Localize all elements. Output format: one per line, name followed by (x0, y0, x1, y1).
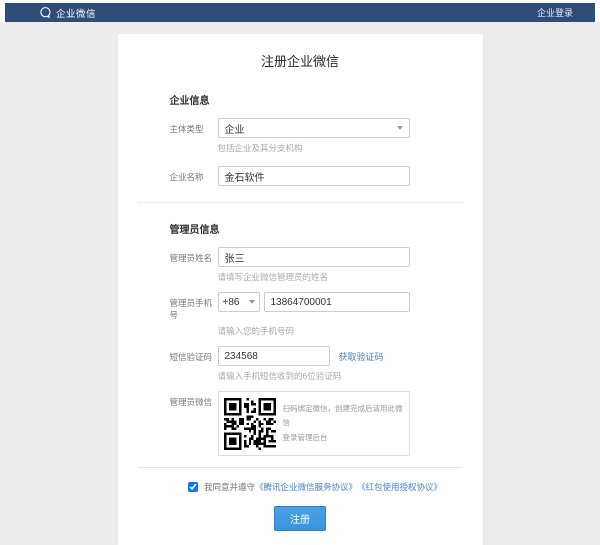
sms-code-input[interactable] (218, 346, 330, 366)
admin-section-heading: 管理员信息 (118, 221, 483, 236)
admin-phone-hint: 请输入您的手机号码 (118, 325, 483, 337)
enterprise-name-input[interactable] (218, 166, 410, 186)
top-bar-wrapper: 企业微信 企业登录 (0, 0, 600, 22)
section-divider (138, 202, 463, 203)
admin-wechat-row: 管理员微信 扫码绑定微信，创建完成后请用此微信 登录管理后台 (118, 391, 483, 456)
sms-code-hint: 请输入手机短信收到的6位验证码 (118, 370, 483, 382)
enterprise-name-row: 企业名称 (118, 166, 483, 186)
admin-phone-label: 管理员手机号 (170, 292, 218, 321)
brand-name: 企业微信 (56, 6, 96, 20)
qr-hint-text: 扫码绑定微信，创建完成后请用此微信 登录管理后台 (283, 402, 404, 445)
country-code-value: +86 (223, 297, 240, 308)
wechat-qr-panel: 扫码绑定微信，创建完成后请用此微信 登录管理后台 (218, 391, 410, 456)
subject-type-row: 主体类型 企业 (118, 118, 483, 138)
agreement-prefix: 我同意并遵守 (204, 481, 255, 493)
get-verification-code-link[interactable]: 获取验证码 (339, 350, 384, 363)
chevron-down-icon (397, 126, 403, 130)
register-card: 注册企业微信 企业信息 主体类型 企业 包括企业及其分支机构 企业名称 管理员信… (118, 34, 483, 545)
enterprise-section-heading: 企业信息 (118, 92, 483, 107)
country-code-select[interactable]: +86 (218, 292, 260, 312)
subject-type-hint: 包括企业及其分支机构 (118, 142, 483, 154)
admin-phone-input[interactable] (264, 292, 410, 312)
wechat-work-logo-icon (39, 6, 52, 19)
brand[interactable]: 企业微信 (39, 6, 96, 20)
admin-name-label: 管理员姓名 (170, 247, 218, 264)
admin-name-row: 管理员姓名 (118, 247, 483, 267)
admin-wechat-label: 管理员微信 (170, 391, 218, 408)
admin-name-hint: 请填写企业微信管理员的姓名 (118, 271, 483, 283)
chevron-down-icon (249, 300, 255, 304)
redpacket-agreement-link[interactable]: 《红包使用授权协议》 (357, 481, 442, 493)
navbar: 企业微信 企业登录 (5, 3, 595, 22)
enterprise-name-label: 企业名称 (170, 166, 218, 183)
service-agreement-link[interactable]: 《腾讯企业微信服务协议》 (255, 481, 357, 493)
subject-type-select[interactable]: 企业 (218, 118, 410, 138)
sms-code-label: 短信验证码 (170, 346, 218, 363)
qr-hint-line1: 扫码绑定微信，创建完成后请用此微信 (283, 402, 404, 431)
admin-name-input[interactable] (218, 247, 410, 267)
qr-hint-line2: 登录管理后台 (283, 431, 404, 445)
register-button[interactable]: 注册 (274, 506, 326, 531)
qr-code (224, 398, 276, 450)
enterprise-login-link[interactable]: 企业登录 (537, 6, 573, 19)
agreement-row: 我同意并遵守 《腾讯企业微信服务协议》 《红包使用授权协议》 (148, 481, 483, 493)
sms-code-row: 短信验证码 获取验证码 (118, 346, 483, 366)
subject-type-label: 主体类型 (170, 118, 218, 135)
page-title: 注册企业微信 (118, 34, 483, 74)
admin-phone-row: 管理员手机号 +86 (118, 292, 483, 321)
footer-divider (138, 467, 463, 468)
agreement-checkbox[interactable] (188, 482, 198, 492)
subject-type-value: 企业 (225, 121, 245, 136)
